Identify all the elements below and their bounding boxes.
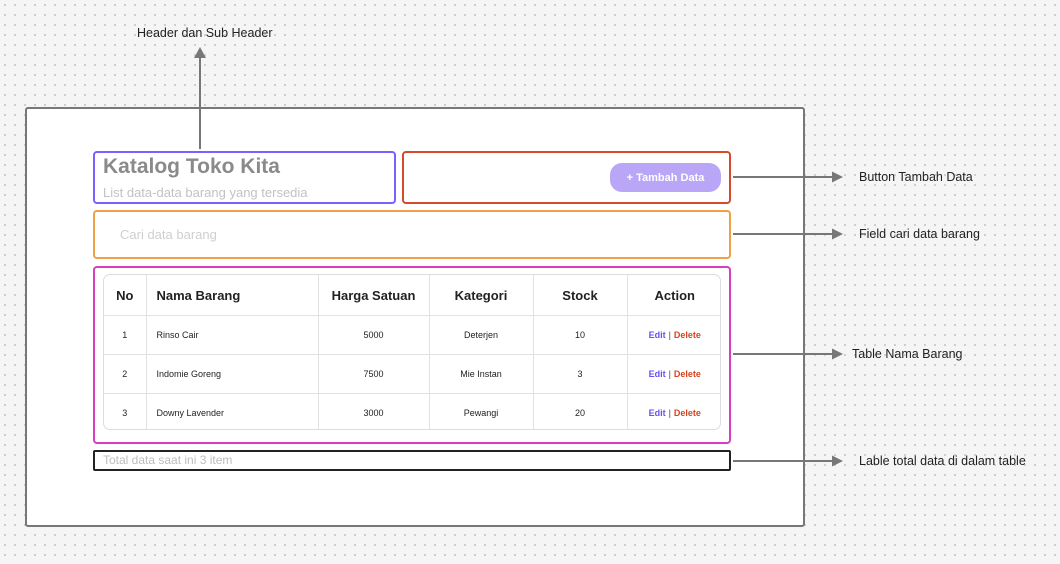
arrowhead-header <box>194 47 206 58</box>
annotation-header-label: Header dan Sub Header <box>137 26 273 40</box>
annotation-table-label: Table Nama Barang <box>852 347 963 361</box>
annotation-arrows <box>194 47 843 467</box>
arrowhead-search <box>832 228 843 240</box>
annotation-button-label: Button Tambah Data <box>859 170 973 184</box>
arrowhead-table <box>832 348 843 360</box>
arrowhead-total <box>832 455 843 467</box>
annotation-search-label: Field cari data barang <box>859 227 980 241</box>
arrowhead-button <box>832 171 843 183</box>
annotation-total-label: Lable total data di dalam table <box>859 454 1026 468</box>
